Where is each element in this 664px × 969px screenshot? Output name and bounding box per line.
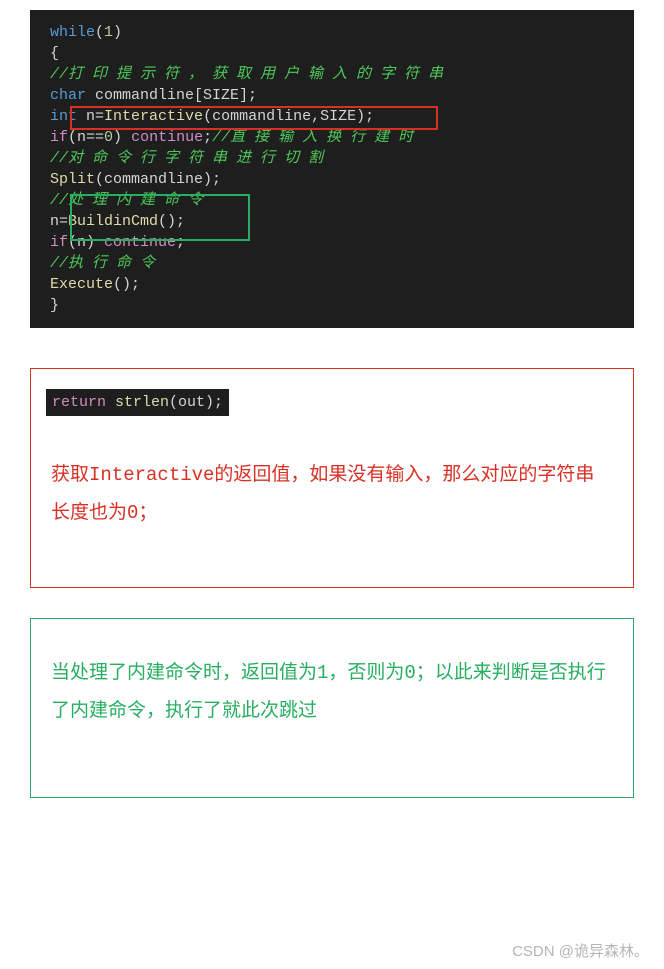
code-line: Execute(); (50, 274, 614, 295)
keyword-continue: continue (131, 129, 203, 146)
keyword-while: while (50, 24, 95, 41)
note-red-box: return strlen(out); 获取Interactive的返回值，如果… (30, 368, 634, 588)
code-comment: //对 命 令 行 字 符 串 进 行 切 割 (50, 148, 614, 169)
code-line: { (50, 43, 614, 64)
code-comment: //直 接 输 入 换 行 建 时 (212, 129, 413, 146)
code-comment: //打 印 提 示 符 ， 获 取 用 户 输 入 的 字 符 串 (50, 64, 614, 85)
func-interactive: Interactive (104, 108, 203, 125)
code-comment: //处 理 内 建 命 令 (50, 190, 614, 211)
note-red-text: 获取Interactive的返回值，如果没有输入，那么对应的字符串长度也为0； (46, 456, 618, 532)
code-line: char commandline[SIZE]; (50, 85, 614, 106)
code-line: n=BuildinCmd(); (50, 211, 614, 232)
code-line: if(n==0) continue;//直 接 输 入 换 行 建 时 (50, 127, 614, 148)
func-execute: Execute (50, 276, 113, 293)
main-code-block: while(1) { //打 印 提 示 符 ， 获 取 用 户 输 入 的 字… (30, 10, 634, 328)
note-green-text: 当处理了内建命令时，返回值为1，否则为0；以此来判断是否执行了内建命令，执行了就… (51, 654, 613, 730)
keyword-if: if (50, 234, 68, 251)
keyword-char: char (50, 87, 86, 104)
code-line: } (50, 295, 614, 316)
keyword-return: return (52, 394, 106, 411)
func-split: Split (50, 171, 95, 188)
code-comment: //执 行 命 令 (50, 253, 614, 274)
code-line: int n=Interactive(commandline,SIZE); (50, 106, 614, 127)
note-green-box: 当处理了内建命令时，返回值为1，否则为0；以此来判断是否执行了内建命令，执行了就… (30, 618, 634, 798)
code-line: while(1) (50, 22, 614, 43)
func-strlen: strlen (115, 394, 169, 411)
watermark-text: CSDN @诡异森林。 (512, 940, 649, 961)
keyword-continue: continue (104, 234, 176, 251)
inline-code-return: return strlen(out); (46, 389, 229, 416)
code-line: if(n) continue; (50, 232, 614, 253)
code-line: Split(commandline); (50, 169, 614, 190)
func-buildincmd: BuildinCmd (68, 213, 158, 230)
keyword-int: int (50, 108, 77, 125)
keyword-if: if (50, 129, 68, 146)
